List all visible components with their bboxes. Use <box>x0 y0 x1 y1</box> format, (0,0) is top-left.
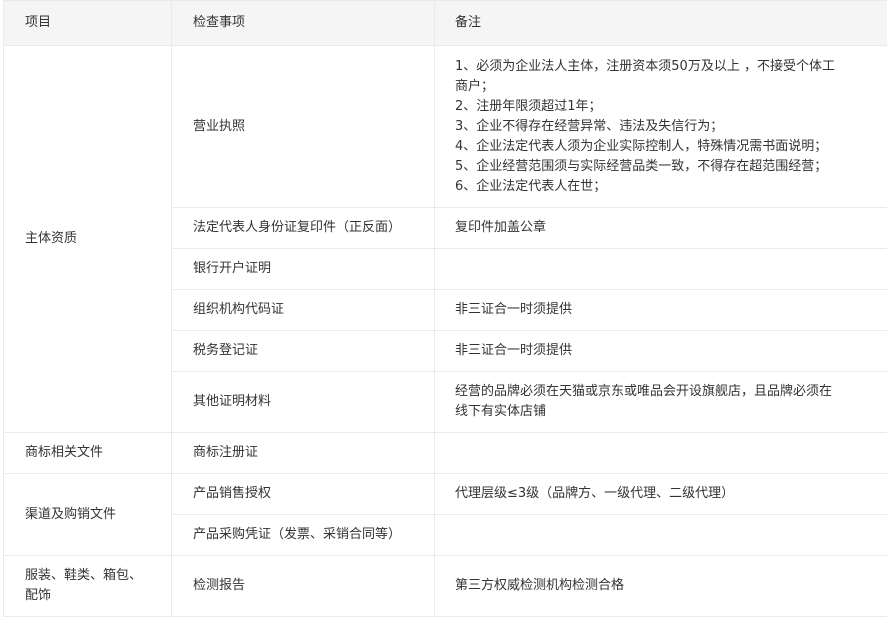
item-cell: 法定代表人身份证复印件（正反面） <box>171 207 435 249</box>
notes-cell: 1、必须为企业法人主体，注册资本须50万及以上 ，不接受个体工 商户； 2、注册… <box>434 45 887 208</box>
item-cell: 组织机构代码证 <box>171 289 435 331</box>
note-line: 3、企业不得存在经营异常、违法及失信行为； <box>455 118 724 134</box>
item-cell: 产品销售授权 <box>171 473 435 515</box>
qualification-table: 项目 检查事项 备注 主体资质 营业执照 1、必须为企业法人主体，注册资本须50… <box>3 0 887 617</box>
notes-cell: 第三方权威检测机构检测合格 <box>434 555 887 617</box>
notes-cell: 代理层级≤3级（品牌方、一级代理、二级代理） <box>434 473 887 515</box>
header-notes: 备注 <box>434 0 887 46</box>
item-cell: 税务登记证 <box>171 330 435 372</box>
header-category: 项目 <box>3 0 172 46</box>
item-cell: 产品采购凭证（发票、采销合同等） <box>171 514 435 556</box>
table-header-row: 项目 检查事项 备注 <box>3 0 887 46</box>
item-cell: 商标注册证 <box>171 432 435 474</box>
note-line: 6、企业法定代表人在世； <box>455 178 607 194</box>
notes-cell: 非三证合一时须提供 <box>434 330 887 372</box>
notes-cell: 复印件加盖公章 <box>434 207 887 249</box>
item-cell: 其他证明材料 <box>171 371 435 433</box>
note-line: 4、企业法定代表人须为企业实际控制人，特殊情况需书面说明； <box>455 138 828 154</box>
table-row: 服装、鞋类、箱包、 配饰 检测报告 第三方权威检测机构检测合格 <box>3 555 887 617</box>
note-line: 线下有实体店铺 <box>455 404 547 419</box>
item-cell: 银行开户证明 <box>171 248 435 290</box>
category-cell: 渠道及购销文件 <box>3 473 172 556</box>
item-cell: 营业执照 <box>171 45 435 208</box>
category-cell: 服装、鞋类、箱包、 配饰 <box>3 555 172 617</box>
header-item: 检查事项 <box>171 0 435 46</box>
notes-cell: 非三证合一时须提供 <box>434 289 887 331</box>
category-cell: 主体资质 <box>3 45 172 433</box>
table-row: 主体资质 营业执照 1、必须为企业法人主体，注册资本须50万及以上 ，不接受个体… <box>3 45 887 433</box>
table-row: 渠道及购销文件 产品销售授权 代理层级≤3级（品牌方、一级代理、二级代理） <box>3 473 887 556</box>
notes-cell <box>434 514 887 556</box>
note-line: 1、必须为企业法人主体，注册资本须50万及以上 ，不接受个体工 <box>455 58 835 74</box>
category-line: 服装、鞋类、箱包、 <box>25 568 143 583</box>
note-line: 2、注册年限须超过1年； <box>455 98 602 114</box>
notes-cell <box>434 432 887 474</box>
notes-cell: 经营的品牌必须在天猫或京东或唯品会开设旗舰店，且品牌必须在 线下有实体店铺 <box>434 371 887 433</box>
item-cell: 检测报告 <box>171 555 435 617</box>
note-line: 商户； <box>455 78 495 94</box>
note-line: 5、企业经营范围须与实际经营品类一致，不得存在超范围经营； <box>455 158 828 174</box>
table-row: 商标相关文件 商标注册证 <box>3 432 887 474</box>
notes-cell <box>434 248 887 290</box>
category-line: 配饰 <box>25 588 52 603</box>
note-line: 经营的品牌必须在天猫或京东或唯品会开设旗舰店，且品牌必须在 <box>455 384 833 399</box>
category-cell: 商标相关文件 <box>3 432 172 474</box>
